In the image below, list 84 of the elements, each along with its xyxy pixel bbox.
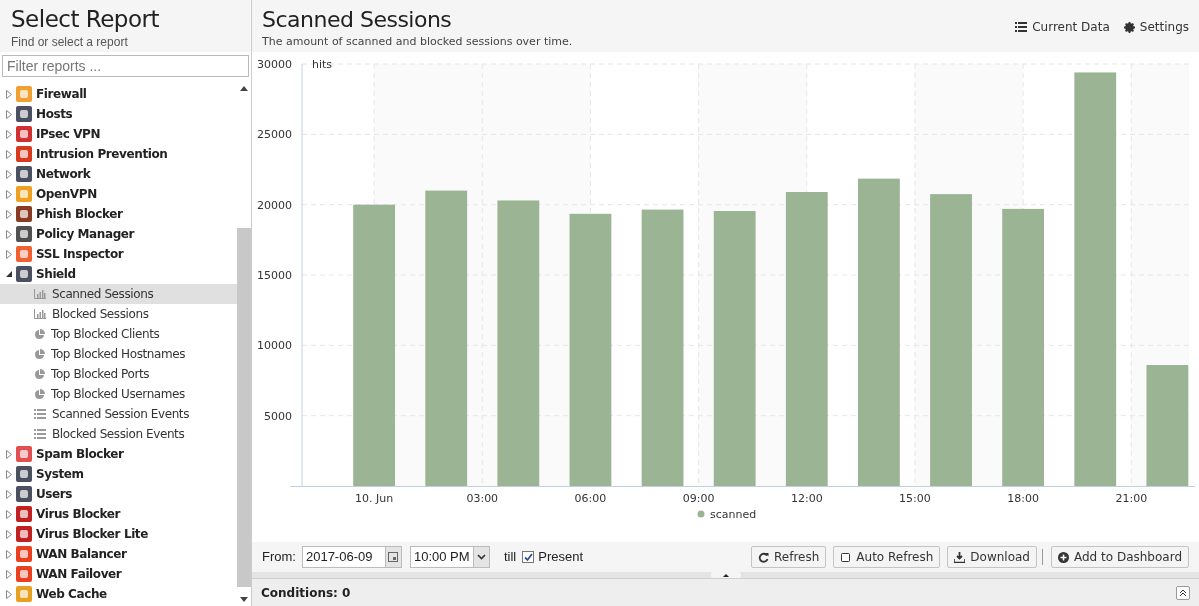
tree-item[interactable]: Top Blocked Clients <box>0 324 237 344</box>
filter-field[interactable]: Filter reports ... <box>2 55 249 77</box>
scroll-up-icon[interactable] <box>240 86 248 91</box>
x-tick-label: 18:00 <box>1007 492 1039 505</box>
y-tick-label: 20000 <box>257 198 292 212</box>
pie-chart-icon <box>34 328 45 340</box>
expand-button[interactable] <box>1176 585 1190 600</box>
tree-item[interactable]: WAN Failover <box>0 564 237 584</box>
tree-item[interactable]: System <box>0 464 237 484</box>
legend-label[interactable]: scanned <box>710 508 757 521</box>
y-tick-label: 10000 <box>257 339 292 353</box>
toolbar-button[interactable]: Add to Dashboard <box>1051 546 1189 568</box>
y-tick-label: 30000 <box>257 58 292 71</box>
tree-item[interactable]: Phish Blocker <box>0 204 237 224</box>
x-tick-label: 12:00 <box>790 492 823 505</box>
y-tick-label: 5000 <box>264 409 292 423</box>
tree-item[interactable]: IPsec VPN <box>0 124 237 144</box>
dropdown-caret-icon[interactable] <box>476 554 486 560</box>
till-label: till <box>503 548 517 567</box>
tree-item[interactable]: Top Blocked Usernames <box>0 384 237 404</box>
y-tick-label: 15000 <box>257 269 292 282</box>
scrollbar-thumb[interactable] <box>237 228 251 587</box>
list-icon <box>34 429 46 439</box>
x-tick-label: 06:00 <box>574 492 607 505</box>
scroll-down-icon[interactable] <box>240 597 248 602</box>
current-data-button[interactable]: Current Data <box>1015 18 1110 36</box>
plus-circle-icon <box>1058 551 1069 563</box>
conditions-label: Conditions: 0 <box>261 584 351 602</box>
collapse-handle-icon[interactable] <box>710 572 741 578</box>
x-tick-label: 15:00 <box>899 492 931 505</box>
list-icon <box>1015 22 1028 32</box>
calendar-icon[interactable] <box>388 552 399 562</box>
toolbar-button[interactable]: Download <box>947 546 1037 568</box>
tree-item[interactable]: Top Blocked Hostnames <box>0 344 237 364</box>
checkbox-icon <box>840 551 852 563</box>
double-chevron-up-icon <box>1179 588 1187 597</box>
settings-icon <box>1123 21 1135 33</box>
refresh-icon <box>758 551 769 563</box>
bar-chart-icon <box>34 309 46 319</box>
x-tick-label: 10. Jun <box>355 492 394 505</box>
sidebar-subtitle: Find or select a report <box>11 34 129 51</box>
tree-item[interactable]: Scanned Sessions <box>0 284 237 304</box>
from-label: From: <box>262 548 296 567</box>
tree-item[interactable]: Blocked Sessions <box>0 304 237 324</box>
x-tick-label: 03:00 <box>466 492 499 505</box>
tree-item[interactable]: Policy Manager <box>0 224 237 244</box>
report-subtitle: The amount of scanned and blocked sessions over time. <box>262 34 573 50</box>
tree-item[interactable]: Firewall <box>0 84 237 104</box>
tree-item[interactable]: Shield <box>0 264 237 284</box>
toolbar-button[interactable]: Auto Refresh <box>833 546 941 568</box>
tree-item[interactable]: Virus Blocker Lite <box>0 524 237 544</box>
tree-item[interactable]: Network <box>0 164 237 184</box>
bar-chart-icon <box>34 289 46 299</box>
legend-dot[interactable] <box>697 510 705 518</box>
pie-chart-icon <box>34 348 45 360</box>
download-icon <box>954 551 966 563</box>
tree-item[interactable]: Scanned Session Events <box>0 404 237 424</box>
x-tick-label: 09:00 <box>682 492 715 505</box>
pie-chart-icon <box>34 368 45 380</box>
tree-item[interactable]: Intrusion Prevention <box>0 144 237 164</box>
tree-item[interactable]: Virus Blocker <box>0 504 237 524</box>
tree-item[interactable]: Blocked Session Events <box>0 424 237 444</box>
tree-item[interactable]: WAN Balancer <box>0 544 237 564</box>
sidebar-title: Select Report <box>11 6 160 32</box>
tree-item[interactable]: Top Blocked Ports <box>0 364 237 384</box>
tree-item[interactable]: Users <box>0 484 237 504</box>
tree-item[interactable]: Spam Blocker <box>0 444 237 464</box>
list-icon <box>34 409 46 419</box>
date-field[interactable]: 2017-06-09 <box>301 546 386 568</box>
report-title: Scanned Sessions <box>262 7 453 33</box>
present-label: Present <box>538 548 584 567</box>
y-axis-title: hits <box>312 58 333 71</box>
tree-item[interactable]: Hosts <box>0 104 237 124</box>
settings-button[interactable]: Settings <box>1123 18 1189 36</box>
time-field[interactable]: 10:00 PM <box>409 546 474 568</box>
y-tick-label: 25000 <box>257 128 292 142</box>
pie-chart-icon <box>34 388 45 400</box>
tree-item[interactable]: SSL Inspector <box>0 244 237 264</box>
tree-item[interactable]: OpenVPN <box>0 184 237 204</box>
x-tick-label: 21:00 <box>1115 492 1148 505</box>
tree-item[interactable]: Web Cache <box>0 584 237 604</box>
present-checkbox[interactable] <box>522 551 535 563</box>
toolbar-button[interactable]: Refresh <box>751 546 827 568</box>
expanded-arrow-icon[interactable] <box>6 271 12 277</box>
